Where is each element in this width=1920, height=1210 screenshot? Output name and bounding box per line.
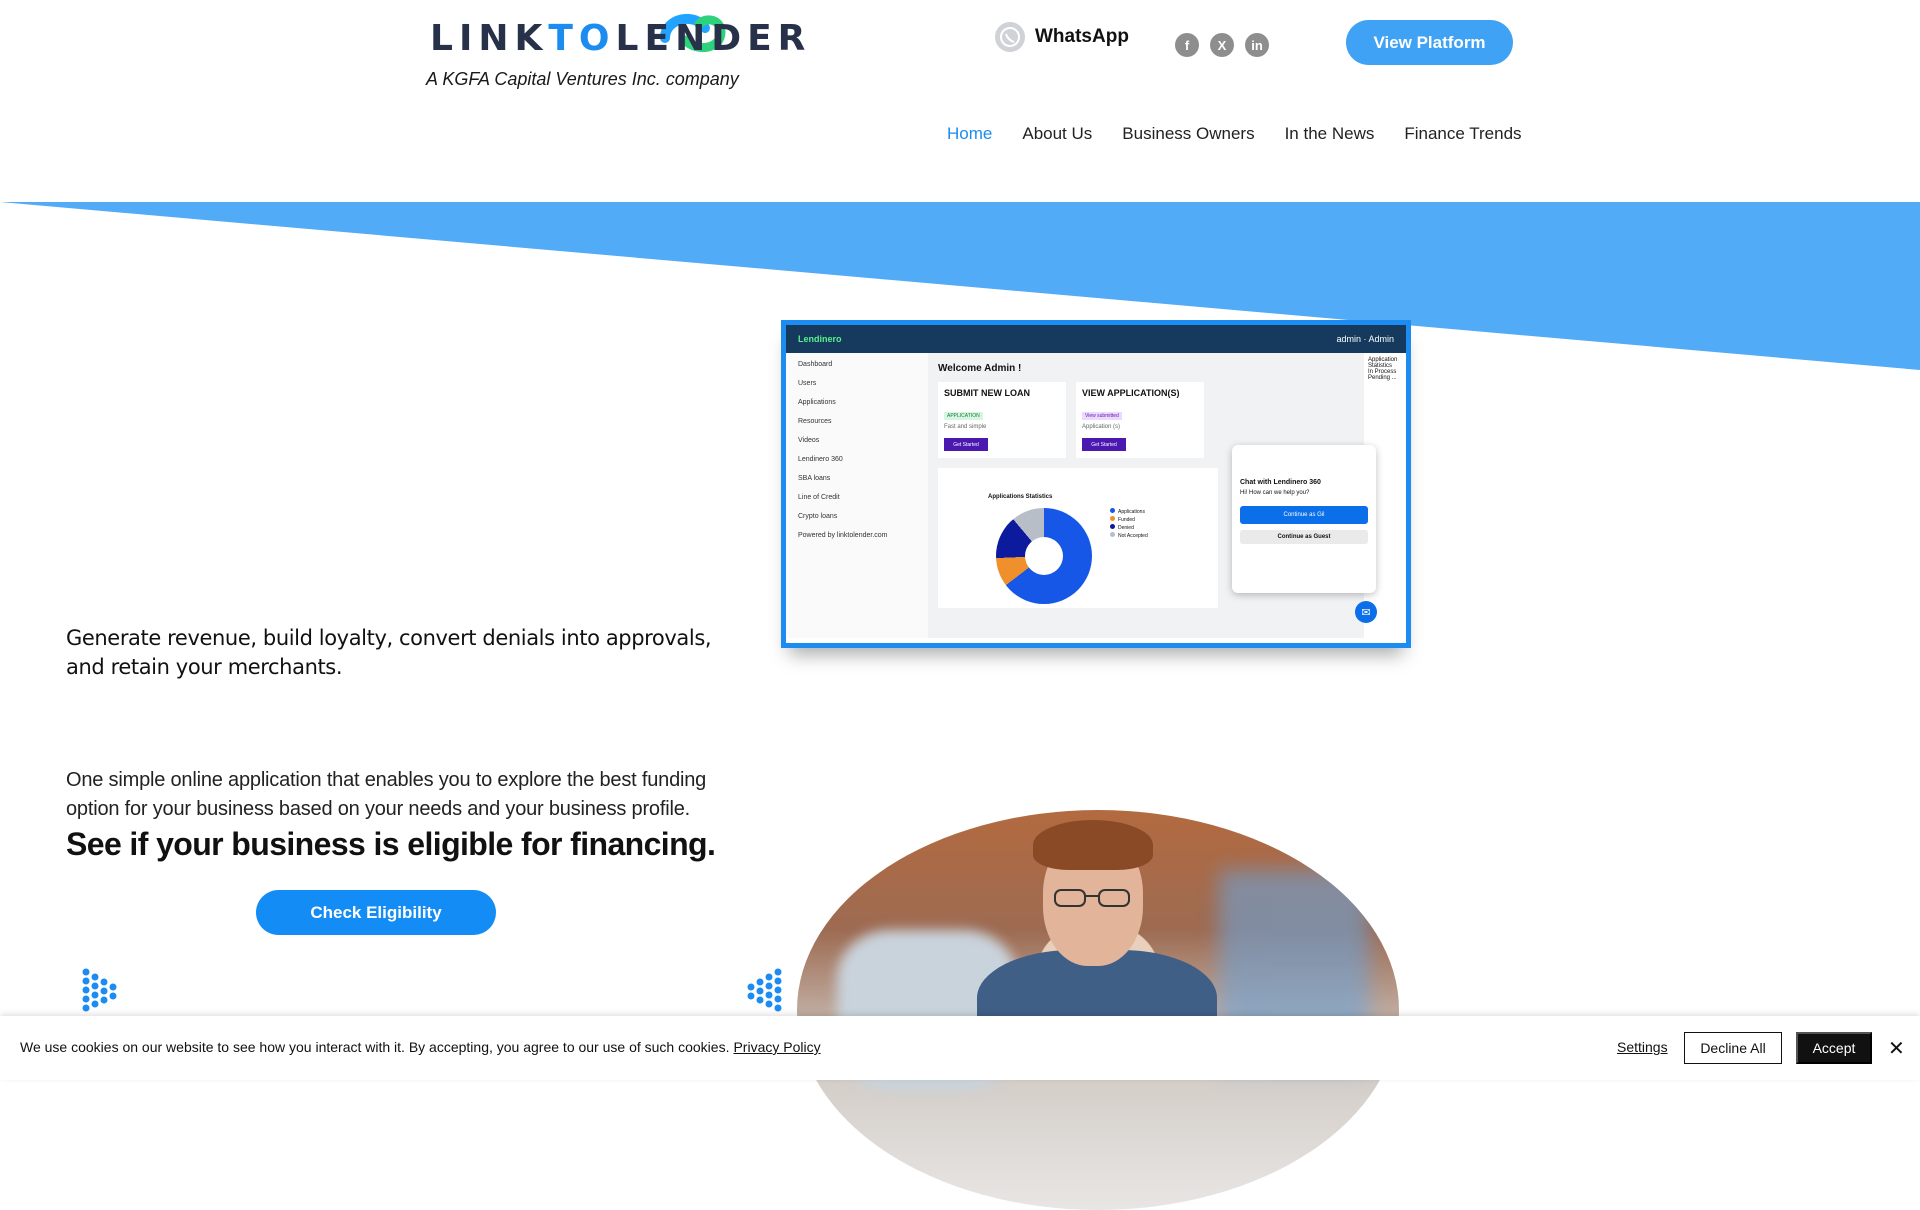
main-nav: Home About Us Business Owners In the New…: [947, 124, 1522, 144]
dashboard-user: admin · Admin: [1336, 334, 1394, 344]
dashboard-topbar: Lendinero admin · Admin: [786, 325, 1406, 353]
linkedin-icon[interactable]: in: [1245, 33, 1269, 57]
nav-in-the-news[interactable]: In the News: [1285, 124, 1375, 144]
card-title: VIEW APPLICATION(S): [1082, 388, 1180, 398]
card-tag: View submitted: [1082, 412, 1122, 420]
accept-button[interactable]: Accept: [1796, 1032, 1872, 1064]
dot-arrow-icon: [747, 968, 782, 1012]
dot-arrow-icon: [82, 968, 117, 1012]
cookie-banner: We use cookies on our website to see how…: [0, 1016, 1920, 1080]
facebook-icon[interactable]: f: [1175, 33, 1199, 57]
nav-about-us[interactable]: About Us: [1022, 124, 1092, 144]
nav-home[interactable]: Home: [947, 124, 992, 144]
dashboard-sidebar-item: Videos: [798, 437, 820, 444]
hero-lead: Generate revenue, build loyalty, convert…: [66, 626, 712, 679]
chat-title: Chat with Lendinero 360: [1240, 479, 1321, 486]
cookie-settings-link[interactable]: Settings: [1617, 1039, 1668, 1055]
nav-business-owners[interactable]: Business Owners: [1122, 124, 1254, 144]
whatsapp-label: WhatsApp: [1035, 26, 1129, 47]
chat-widget: Chat with Lendinero 360 Hi! How can we h…: [1232, 445, 1376, 593]
decline-all-button[interactable]: Decline All: [1684, 1032, 1782, 1064]
dashboard-welcome: Welcome Admin !: [938, 363, 1022, 374]
dashboard-sidebar-item: Users: [798, 380, 817, 387]
whatsapp-link[interactable]: WhatsApp: [995, 22, 1129, 52]
privacy-policy-link[interactable]: Privacy Policy: [733, 1039, 820, 1055]
card-button: Get Started: [1082, 438, 1126, 451]
dashboard-sidebar-item: Lendinero 360: [798, 456, 843, 463]
submit-loan-card: SUBMIT NEW LOAN APPLICATION Fast and sim…: [938, 382, 1066, 458]
card-sub: Application (s): [1082, 424, 1121, 430]
view-platform-button[interactable]: View Platform: [1346, 20, 1513, 65]
dashboard-sidebar: Dashboard Users Applications Resources V…: [786, 353, 928, 638]
nav-finance-trends[interactable]: Finance Trends: [1404, 124, 1521, 144]
hero-eligibility-heading: See if your business is eligible for fin…: [66, 826, 716, 862]
dashboard-sidebar-item: Resources: [798, 418, 832, 425]
logo[interactable]: LINKTOLENDER: [430, 14, 812, 59]
card-button: Get Started: [944, 438, 988, 451]
dashboard-brand: Lendinero: [798, 334, 842, 344]
dashboard-sidebar-item: SBA loans: [798, 475, 831, 482]
dashboard-powered-by: Powered by linktolender.com: [798, 532, 888, 539]
cookie-message: We use cookies on our website to see how…: [20, 1039, 821, 1055]
dashboard-screenshot: Lendinero admin · Admin Dashboard Users …: [781, 320, 1411, 648]
logo-wordmark: LINKTOLENDER: [430, 18, 812, 59]
chat-guest-button: Continue as Guest: [1240, 530, 1368, 544]
card-sub: Fast and simple: [944, 424, 987, 430]
donut-chart: [996, 508, 1092, 604]
dashboard-sidebar-item: Applications: [798, 399, 836, 406]
hero-paragraph: One simple online application that enabl…: [66, 769, 707, 820]
chart-legend: Applications Funded Denied Not Accepted: [1110, 508, 1148, 540]
x-twitter-icon[interactable]: X: [1210, 33, 1234, 57]
chat-prompt: Hi! How can we help you?: [1240, 490, 1310, 496]
view-applications-card: VIEW APPLICATION(S) View submitted Appli…: [1076, 382, 1204, 458]
chat-continue-button: Continue as Gil: [1240, 506, 1368, 524]
dashboard-sidebar-item: Line of Credit: [798, 494, 840, 501]
card-title: SUBMIT NEW LOAN: [944, 388, 1030, 398]
stats-title: Applications Statistics: [988, 494, 1053, 500]
dashboard-sidebar-item: Crypto loans: [798, 513, 838, 520]
check-eligibility-button[interactable]: Check Eligibility: [256, 890, 496, 935]
logo-tagline: A KGFA Capital Ventures Inc. company: [426, 69, 739, 89]
close-icon[interactable]: ✕: [1888, 1036, 1905, 1061]
dashboard-sidebar-item: Dashboard: [798, 361, 833, 368]
social-links: f X in: [1175, 33, 1269, 57]
hero-photo: [797, 810, 1399, 1210]
card-tag: APPLICATION: [944, 412, 983, 420]
statistics-card: Applications Statistics Applications Fun…: [938, 468, 1218, 608]
messenger-icon: ✉: [1355, 601, 1377, 623]
whatsapp-icon: [995, 22, 1025, 52]
